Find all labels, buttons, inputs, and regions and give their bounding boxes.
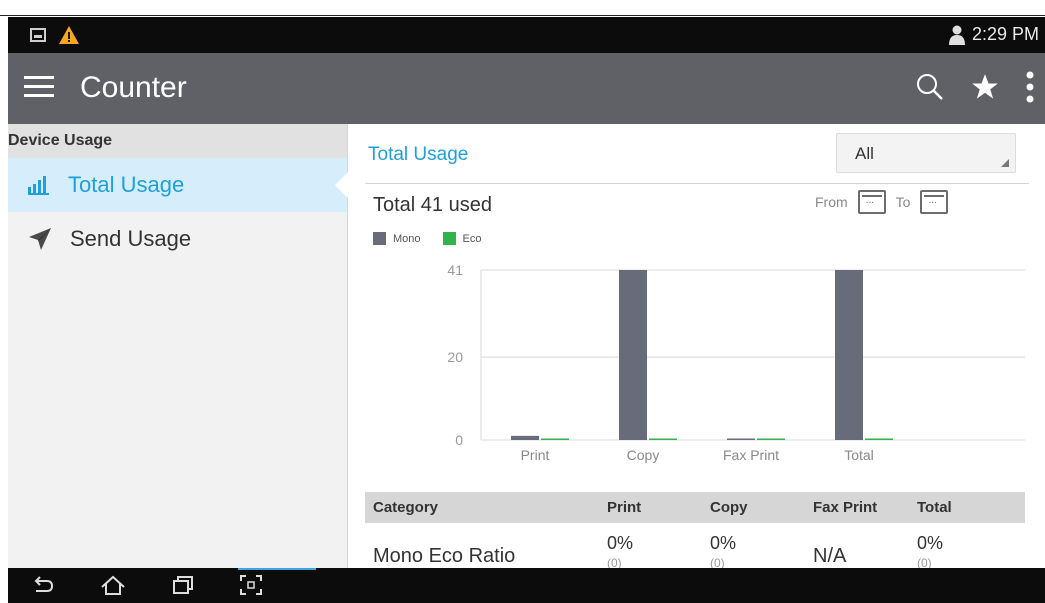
filter-dropdown[interactable]: All — [836, 133, 1016, 173]
bar-eco-total — [865, 438, 893, 440]
warning-icon — [59, 26, 79, 44]
row-category: Mono Eco Ratio — [373, 545, 516, 567]
cell-total: 0% (0) — [917, 533, 1025, 570]
sidebar-item-total-usage[interactable]: Total Usage — [8, 158, 348, 212]
legend-swatch-mono — [373, 232, 386, 245]
to-calendar-icon[interactable] — [920, 190, 949, 214]
top-margin — [0, 0, 1045, 16]
bar-eco-fax-print — [757, 438, 785, 440]
filter-selected-value: All — [855, 144, 874, 163]
section-title: Total Usage — [368, 144, 469, 165]
col-header-fax-print: Fax Print — [813, 499, 878, 516]
from-calendar-icon[interactable] — [857, 190, 886, 214]
cell-copy: 0% (0) — [710, 533, 813, 570]
back-button[interactable] — [32, 575, 54, 600]
from-label: From — [815, 194, 848, 210]
total-used-text: Total 41 used — [373, 194, 492, 216]
x-tick-label: Fax Print — [723, 447, 779, 463]
table-row: Mono Eco Ratio 0% (0) 0% (0) N/A 0% (0) — [365, 523, 1025, 570]
cell-print-value: 0% — [607, 533, 634, 553]
overflow-menu-button[interactable] — [1025, 71, 1035, 108]
hamburger-menu-icon — [24, 76, 54, 97]
y-tick-label: 41 — [447, 262, 463, 278]
star-icon — [972, 74, 998, 99]
person-icon — [948, 25, 965, 45]
col-header-print: Print — [607, 499, 642, 516]
sidebar-item-send-usage[interactable]: Send Usage — [8, 212, 347, 266]
cell-total-value: 0% — [917, 533, 944, 553]
bar-mono-print — [511, 435, 539, 440]
bar-chart-icon — [28, 176, 49, 195]
home-icon — [101, 575, 125, 595]
send-icon — [29, 228, 51, 250]
bar-eco-copy — [649, 438, 677, 440]
y-tick-label: 20 — [447, 349, 463, 365]
favorite-button[interactable] — [971, 73, 999, 106]
divider — [365, 183, 1029, 184]
to-label: To — [895, 194, 911, 210]
table-header: Category Print Copy Fax Print Total — [365, 492, 1025, 523]
x-tick-label: Print — [521, 447, 550, 463]
search-button[interactable] — [915, 72, 945, 107]
menu-button[interactable] — [24, 75, 54, 104]
app-title: Counter — [80, 71, 187, 104]
col-header-category: Category — [373, 499, 439, 516]
sidebar-item-label: Total Usage — [68, 172, 185, 197]
search-icon — [917, 74, 943, 100]
bar-eco-print — [541, 438, 569, 440]
y-tick-label: 0 — [455, 432, 463, 448]
col-header-total: Total — [917, 499, 952, 516]
sidebar-header: Device Usage — [8, 124, 347, 158]
chart-legend: Mono Eco — [373, 232, 482, 245]
bar-mono-copy — [619, 270, 647, 440]
usage-bar-chart: 0 20 41 Print Copy Fax Print Total — [447, 262, 1025, 463]
sidebar: Device Usage Total Usage Send Usage — [8, 124, 348, 568]
bar-mono-fax-print — [727, 438, 755, 440]
app-bar: Counter — [8, 53, 1045, 124]
overflow-menu-icon — [1026, 71, 1034, 103]
main-panel: Total Usage All Total 41 used From To Mo… — [349, 124, 1045, 570]
x-tick-label: Total — [844, 447, 874, 463]
recent-apps-button[interactable] — [172, 575, 194, 600]
sidebar-item-label: Send Usage — [70, 226, 192, 251]
active-indicator — [238, 568, 316, 570]
bar-mono-total — [835, 270, 863, 440]
date-range: From To — [815, 190, 949, 214]
picture-icon — [30, 28, 46, 42]
cell-print: 0% (0) — [607, 533, 710, 570]
status-bar: 2:29 PM — [8, 17, 1045, 53]
col-header-copy: Copy — [710, 499, 748, 516]
x-tick-label: Copy — [627, 447, 660, 463]
screen-capture-icon — [240, 575, 262, 595]
home-button[interactable] — [100, 575, 126, 600]
legend-label-eco: Eco — [462, 232, 482, 245]
back-icon — [34, 576, 54, 592]
legend-label-mono: Mono — [393, 232, 421, 245]
screen-capture-button[interactable] — [240, 575, 262, 600]
status-time: 2:29 PM — [971, 24, 1039, 44]
cell-fax-print: N/A — [813, 545, 847, 567]
usage-table: Category Print Copy Fax Print Total Mono… — [365, 492, 1025, 570]
recent-apps-icon — [173, 576, 193, 594]
legend-swatch-eco — [442, 232, 456, 245]
dropdown-arrow-icon — [1001, 159, 1009, 167]
navigation-bar — [8, 568, 1045, 603]
cell-copy-value: 0% — [710, 533, 737, 553]
